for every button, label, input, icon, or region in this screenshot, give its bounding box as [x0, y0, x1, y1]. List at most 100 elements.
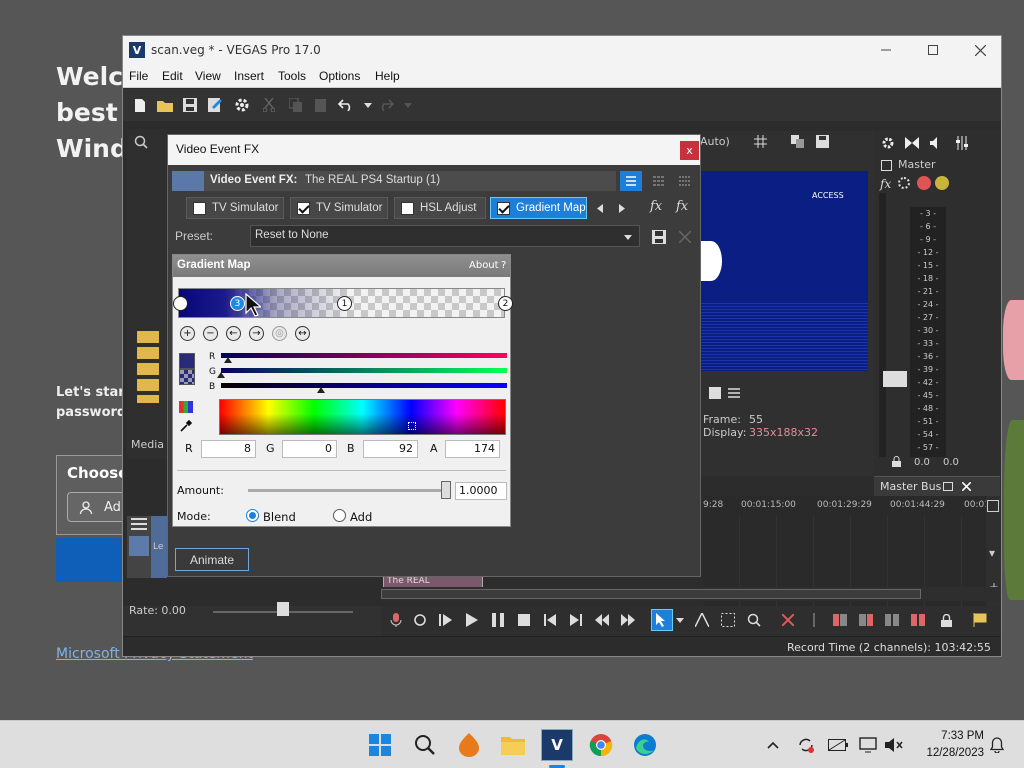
close-icon[interactable]: [969, 40, 991, 60]
envelope-tool-icon[interactable]: [693, 611, 711, 629]
undo-icon[interactable]: [337, 96, 355, 114]
blue-slider-marker[interactable]: [317, 387, 325, 393]
choose-box[interactable]: Choose Ad: [56, 455, 128, 535]
gradient-stop-3[interactable]: 3: [230, 296, 245, 311]
remove-stop-icon[interactable]: −: [203, 326, 218, 341]
dialog-close-button[interactable]: x: [680, 141, 699, 160]
preset-dropdown[interactable]: Reset to None: [250, 225, 640, 247]
play-from-start-icon[interactable]: [437, 611, 455, 629]
move-stop-right-icon[interactable]: →: [249, 326, 264, 341]
save-preset-icon[interactable]: [650, 228, 668, 246]
marker-icon[interactable]: [987, 500, 999, 512]
move-stop-left-icon[interactable]: ←: [226, 326, 241, 341]
remove-fx-icon[interactable]: fx: [676, 199, 688, 214]
battery-icon[interactable]: [828, 735, 848, 755]
add-fx-icon[interactable]: fx: [650, 199, 662, 214]
new-file-icon[interactable]: [131, 96, 149, 114]
undock-icon[interactable]: [943, 482, 953, 491]
redo-dropdown-icon[interactable]: [399, 96, 417, 114]
mode-add-radio[interactable]: [333, 509, 346, 522]
add-account-button[interactable]: Ad: [67, 492, 127, 522]
file-explorer-icon[interactable]: [499, 731, 527, 759]
bus-icon[interactable]: [904, 135, 920, 151]
eyedropper-icon[interactable]: [179, 419, 193, 433]
track-menu-icon[interactable]: [131, 518, 147, 532]
copy-icon[interactable]: [287, 96, 305, 114]
next-button[interactable]: [56, 538, 126, 582]
plugin-move-right-icon[interactable]: [616, 201, 628, 215]
hscroll-thumb[interactable]: [381, 589, 921, 599]
selection-tool-icon[interactable]: [719, 611, 737, 629]
plugin-gradient-map-checkbox[interactable]: [497, 201, 510, 215]
grid-icon[interactable]: [752, 133, 768, 149]
gradient-stop-1[interactable]: 1: [337, 296, 352, 311]
menu-insert[interactable]: Insert: [234, 69, 264, 83]
gradient-bar[interactable]: 3 1 2: [173, 288, 513, 318]
save-icon[interactable]: [181, 96, 199, 114]
snap-icon[interactable]: [909, 611, 927, 629]
normal-edit-tool-icon[interactable]: [651, 609, 673, 631]
master-bus-close-icon[interactable]: [960, 480, 972, 492]
g-value-field[interactable]: 0: [282, 440, 337, 458]
gradient-stop-start[interactable]: [173, 296, 188, 311]
scroll-down-icon[interactable]: ▾: [989, 546, 995, 560]
menu-file[interactable]: File: [129, 69, 148, 83]
master-solo-icon[interactable]: [935, 176, 949, 190]
green-channel-slider[interactable]: [221, 368, 507, 373]
menu-edit[interactable]: Edit: [162, 69, 183, 83]
stop-icon[interactable]: [515, 611, 533, 629]
lock-icon[interactable]: [890, 455, 902, 467]
trim-end-icon[interactable]: [857, 611, 875, 629]
mixer-settings-icon[interactable]: [880, 135, 896, 151]
undo-dropdown-icon[interactable]: [359, 96, 377, 114]
animate-button[interactable]: Animate: [175, 548, 249, 571]
menu-options[interactable]: Options: [319, 69, 360, 83]
chain-view-compact-icon[interactable]: [648, 171, 670, 191]
blue-channel-slider[interactable]: [221, 383, 507, 388]
folder-tree[interactable]: [137, 331, 167, 403]
media-tab[interactable]: Media: [131, 438, 164, 451]
maximize-icon[interactable]: [922, 40, 944, 60]
chain-view-list-icon[interactable]: [620, 171, 642, 191]
redo-icon[interactable]: [377, 96, 395, 114]
menu-tools[interactable]: Tools: [278, 69, 306, 83]
properties-gear-icon[interactable]: [233, 96, 251, 114]
open-folder-icon[interactable]: [156, 96, 174, 114]
marker-flag-icon[interactable]: [971, 611, 989, 629]
plugin-hsl-adjust-checkbox[interactable]: [401, 201, 414, 215]
master-bus-label[interactable]: Master Bus: [880, 480, 941, 493]
tray-chevron-up-icon[interactable]: [765, 737, 781, 753]
spectrum-picker[interactable]: [408, 422, 416, 430]
add-stop-icon[interactable]: +: [180, 326, 195, 341]
r-value-field[interactable]: 8: [201, 440, 256, 458]
edge-icon[interactable]: [631, 731, 659, 759]
loop-icon[interactable]: [411, 611, 429, 629]
search-taskbar-icon[interactable]: [411, 731, 439, 759]
trim-start-icon[interactable]: [831, 611, 849, 629]
pause-icon[interactable]: [489, 611, 507, 629]
master-record-icon[interactable]: [917, 176, 931, 190]
delete-icon[interactable]: [779, 611, 797, 629]
current-color-swatch[interactable]: [179, 353, 195, 369]
plugin-tv-simulator-1-checkbox[interactable]: [193, 201, 206, 215]
plugin-hsl-adjust[interactable]: HSL Adjust: [394, 197, 486, 219]
master-gear-icon[interactable]: [898, 177, 910, 189]
mode-blend-radio[interactable]: [246, 509, 259, 522]
menu-help[interactable]: Help: [375, 69, 400, 83]
about-link[interactable]: About: [469, 260, 499, 271]
master-fx-icon[interactable]: fx: [880, 177, 891, 191]
record-icon[interactable]: [387, 611, 405, 629]
plugin-tv-simulator-1[interactable]: TV Simulator: [186, 197, 284, 219]
fl-studio-icon[interactable]: [455, 731, 483, 759]
plugin-gradient-map[interactable]: Gradient Map: [490, 197, 587, 219]
next-frame-icon[interactable]: [619, 611, 637, 629]
vegas-taskbar-icon[interactable]: V: [541, 729, 573, 761]
trim-icon[interactable]: [805, 611, 823, 629]
search-icon[interactable]: [133, 134, 149, 150]
timeline-hscroll[interactable]: [381, 587, 1001, 601]
taskbar-date[interactable]: 12/28/2023: [904, 747, 984, 759]
delete-preset-icon[interactable]: [676, 228, 694, 246]
b-value-field[interactable]: 92: [363, 440, 418, 458]
speaker-icon[interactable]: [929, 135, 945, 151]
zoom-tool-icon[interactable]: [745, 611, 763, 629]
